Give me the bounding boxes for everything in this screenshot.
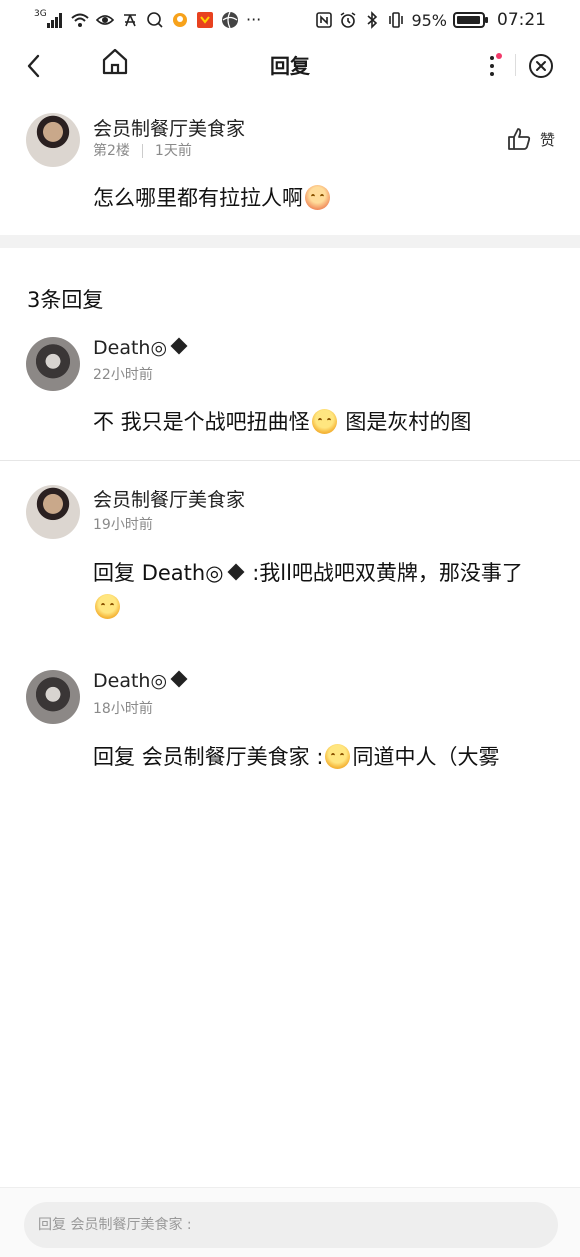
wifi-icon — [71, 13, 89, 27]
reply-text-after: 同道中人（大雾 — [352, 745, 500, 769]
status-bar-left-icons: ··· — [46, 10, 261, 29]
post-time: 1天前 — [154, 143, 192, 159]
mention-link[interactable]: 会员制餐厅美食家 — [142, 745, 310, 769]
username[interactable]: Death◎ — [93, 670, 188, 692]
replies-count: 3条回复 — [27, 288, 104, 312]
ball-icon — [222, 11, 238, 28]
like-label: 赞 — [540, 130, 556, 149]
network-type: 3G — [34, 9, 47, 19]
avatar[interactable] — [26, 337, 80, 391]
reply-text: 不 我只是个战吧扭曲怪 — [93, 410, 310, 434]
more-options-icon[interactable] — [486, 52, 502, 80]
reply-text: : — [309, 745, 324, 769]
avatar[interactable] — [26, 113, 80, 167]
username[interactable]: Death◎ — [93, 337, 188, 359]
diamond-icon — [170, 670, 188, 688]
close-icon[interactable] — [527, 52, 555, 80]
nav-bar: 回复 — [0, 40, 580, 92]
more-notifications-icon: ··· — [246, 10, 262, 29]
reply-item: Death◎ 18小时前 回复 会员制餐厅美食家 : 同道中人（大雾 — [0, 670, 580, 790]
battery-percent: 95% — [411, 10, 447, 30]
reply-content: 回复 会员制餐厅美食家 : 同道中人（大雾 — [93, 740, 499, 774]
reply-item: Death◎ 22小时前 不 我只是个战吧扭曲怪 图是灰村的图 — [0, 337, 580, 460]
avatar[interactable] — [26, 485, 80, 539]
username[interactable]: 会员制餐厅美食家 — [93, 114, 245, 141]
smile-emoji-icon — [95, 594, 120, 619]
bluetooth-icon — [367, 11, 378, 29]
section-divider — [0, 235, 580, 248]
alarm-icon — [340, 12, 356, 28]
reply-item: 会员制餐厅美食家 19小时前 回复 Death◎ :我ll吧战吧双黄牌，那没事了 — [0, 485, 580, 645]
reply-prefix: 回复 — [93, 745, 142, 769]
bottom-reply-bar: 回复 会员制餐厅美食家 : — [0, 1187, 580, 1257]
diamond-icon — [170, 337, 188, 355]
notification-app-icon — [173, 12, 187, 27]
app-icon — [124, 13, 136, 26]
avatar[interactable] — [26, 670, 80, 724]
reply-text: :我ll吧战吧双黄牌，那没事了 — [245, 561, 523, 585]
thumbs-up-icon — [508, 128, 531, 150]
like-button[interactable]: 赞 — [506, 126, 555, 152]
diamond-icon — [227, 563, 245, 581]
vibrate-icon — [389, 12, 404, 28]
smile-emoji-icon — [325, 744, 351, 769]
status-bar: 3G ··· 95% 07:21 — [0, 0, 580, 40]
nav-divider — [515, 54, 516, 76]
mention-link[interactable]: Death◎ — [142, 561, 224, 585]
signal-icon — [47, 12, 62, 28]
reply-time: 19小时前 — [93, 517, 153, 533]
reply-divider — [0, 460, 580, 461]
chat-icon — [147, 11, 163, 28]
main-post: 会员制餐厅美食家 第2楼 1天前 赞 怎么哪里都有拉拉人啊 — [0, 92, 580, 235]
status-bar-right-icons: 95% 07:21 — [315, 10, 546, 30]
nfc-icon — [316, 12, 333, 28]
floor-number: 第2楼 — [93, 143, 130, 159]
reply-content: 回复 Death◎ :我ll吧战吧双黄牌，那没事了 — [93, 556, 563, 624]
reply-input[interactable]: 回复 会员制餐厅美食家 : — [24, 1202, 558, 1248]
username-text: Death◎ — [93, 670, 168, 692]
angry-emoji-icon — [305, 185, 330, 210]
red-app-icon — [197, 11, 213, 28]
reply-time: 22小时前 — [93, 367, 153, 383]
smile-emoji-icon — [311, 409, 337, 434]
username-text: Death◎ — [93, 337, 168, 359]
post-meta: 第2楼 1天前 — [93, 140, 192, 160]
post-content: 怎么哪里都有拉拉人啊 — [93, 181, 332, 215]
eye-icon — [96, 14, 114, 25]
reply-text-after: 图是灰村的图 — [338, 410, 472, 434]
reply-prefix: 回复 — [93, 561, 142, 585]
post-text: 怎么哪里都有拉拉人啊 — [93, 186, 303, 210]
battery-icon — [453, 12, 488, 28]
clock: 07:21 — [497, 10, 546, 30]
reply-time: 18小时前 — [93, 701, 153, 717]
reply-content: 不 我只是个战吧扭曲怪 图是灰村的图 — [93, 405, 471, 439]
username[interactable]: 会员制餐厅美食家 — [93, 485, 245, 512]
